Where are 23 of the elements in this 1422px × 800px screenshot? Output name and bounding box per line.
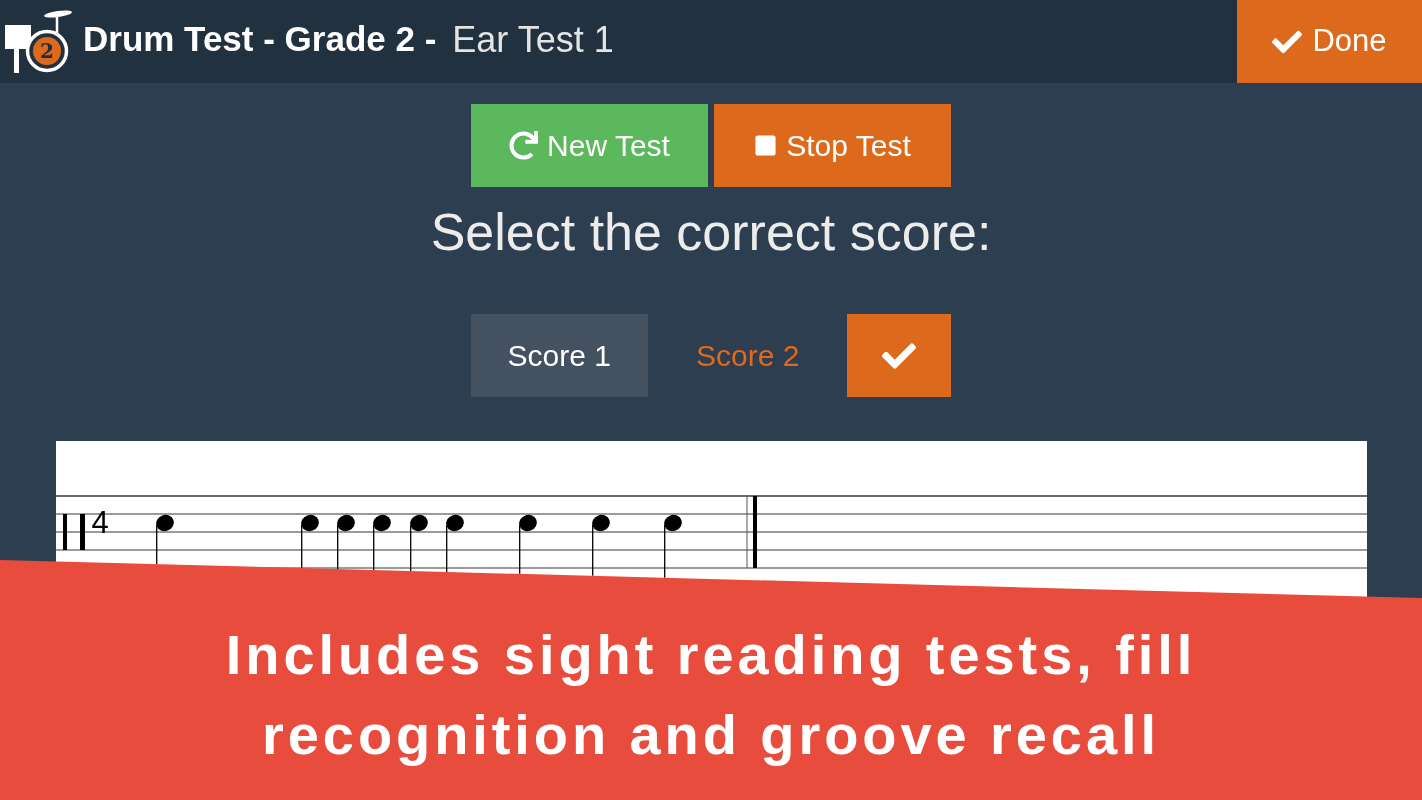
quarter-note — [155, 514, 174, 565]
stop-icon — [754, 134, 778, 157]
quarter-note — [372, 514, 391, 571]
new-test-button[interactable]: New Test — [471, 104, 708, 187]
quarter-note — [591, 514, 610, 577]
quarter-note — [336, 514, 355, 570]
confirm-button[interactable] — [847, 314, 952, 397]
test-title: Ear Test 1 — [452, 17, 614, 62]
prompt-heading: Select the correct score: — [430, 202, 992, 262]
score-tab[interactable]: Score 1 — [470, 314, 648, 397]
app-title: Drum Test - Grade 2 - — [83, 18, 437, 61]
quarter-note — [663, 514, 682, 579]
quarter-note — [445, 514, 464, 573]
quarter-note — [409, 514, 428, 572]
score-tab[interactable]: Score 2 — [659, 314, 837, 397]
done-button[interactable]: Done — [1237, 0, 1422, 83]
time-signature-top: 4 — [90, 505, 109, 540]
percussion-clef — [62, 514, 85, 550]
quarter-note — [300, 514, 319, 569]
circular-arrow-icon — [509, 131, 539, 160]
stop-test-button[interactable]: Stop Test — [714, 104, 951, 187]
banner-text: Includes sight reading tests, fill recognition and groove recall — [224, 622, 1198, 768]
quarter-note — [518, 514, 537, 575]
